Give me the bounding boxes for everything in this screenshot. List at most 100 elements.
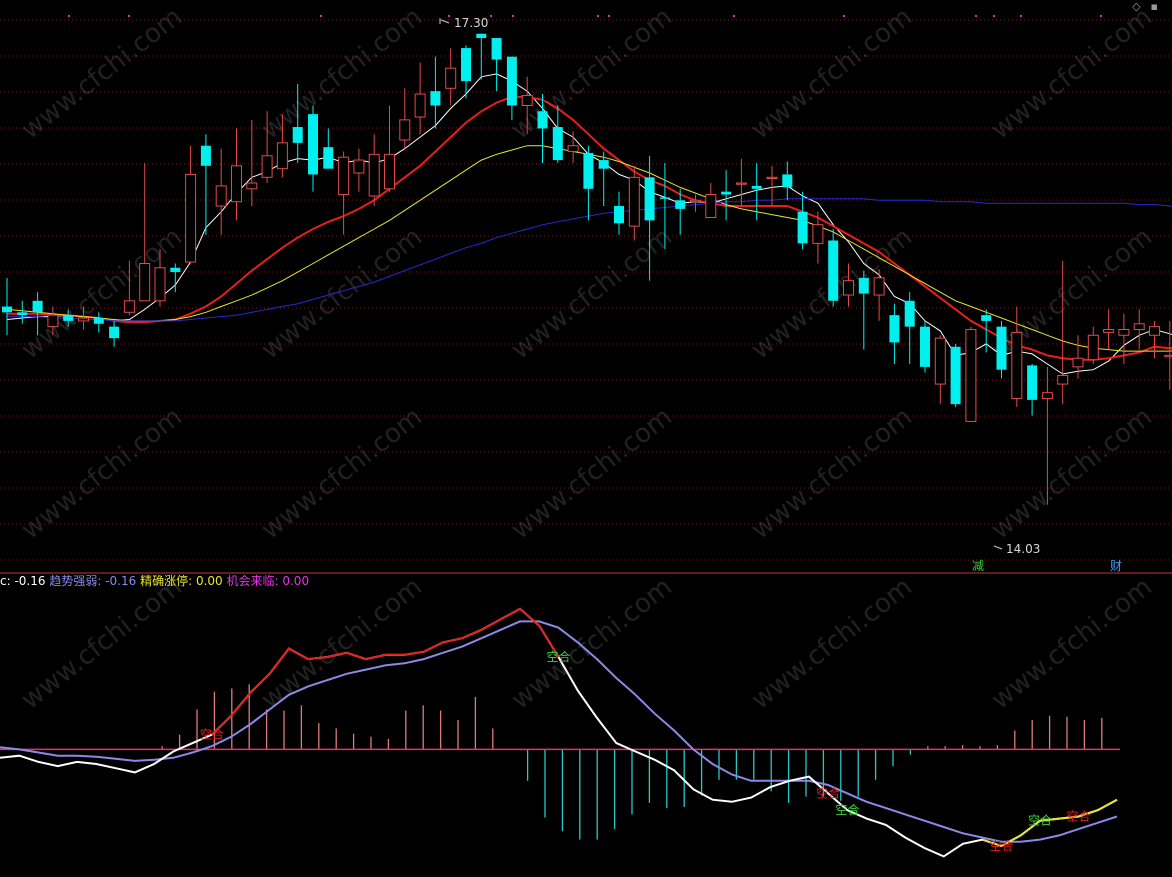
candle	[828, 229, 839, 307]
signal-label: 空合	[547, 649, 571, 664]
signal-label: 空合	[1066, 808, 1090, 823]
candle	[567, 131, 579, 163]
candle	[1087, 326, 1099, 364]
candle-body	[506, 56, 517, 106]
signal-dot	[608, 15, 610, 17]
candle-body	[521, 94, 533, 107]
candle	[353, 148, 365, 192]
candle-body	[368, 153, 380, 197]
candle-body	[323, 147, 334, 169]
candle	[506, 56, 517, 120]
watermark-text: www.cfchi.com	[256, 222, 428, 366]
candle	[690, 194, 701, 212]
maximize-icon[interactable]: ▪	[1151, 0, 1168, 13]
candle	[384, 105, 395, 192]
signal-dot	[843, 15, 845, 17]
stock-chart: www.cfchi.com www.cfchi.com www.cfchi.com w…	[0, 2, 1172, 858]
candle	[782, 161, 793, 201]
candle-body	[1087, 334, 1099, 361]
candle	[215, 148, 227, 235]
signal-dot	[733, 15, 735, 17]
watermark-text: www.cfchi.com	[746, 572, 918, 716]
candle-body	[185, 173, 197, 263]
candle-body	[981, 315, 992, 321]
candle	[1133, 309, 1145, 350]
signal-dot	[490, 15, 492, 17]
candle	[797, 191, 808, 250]
candle-body	[614, 206, 624, 224]
candle-body	[139, 262, 151, 302]
candle-body	[1103, 329, 1115, 333]
candle	[598, 151, 609, 207]
candle-body	[430, 91, 441, 106]
corner-icons[interactable]: ◇▪	[1132, 0, 1168, 13]
candle-body	[399, 119, 411, 141]
candle-body	[705, 194, 717, 219]
candle	[430, 56, 441, 129]
candle	[308, 105, 318, 192]
candle-body	[1149, 326, 1160, 336]
candle	[920, 320, 930, 373]
candle-body	[47, 314, 59, 328]
indicator-precise-limit-up: 精确涨停: 0.00	[140, 574, 223, 588]
candle-body	[231, 165, 242, 203]
candle-body	[246, 182, 258, 190]
candle-body	[812, 224, 824, 244]
candle-body	[950, 346, 961, 405]
candle-body	[1011, 331, 1023, 399]
candle	[476, 33, 487, 80]
signal-label: 空合	[1028, 813, 1052, 828]
candle-body	[1133, 323, 1145, 331]
candle-body	[461, 48, 471, 82]
signal-dot	[448, 15, 450, 17]
candle	[1149, 320, 1160, 359]
candle-body	[292, 127, 303, 143]
candle	[200, 134, 211, 235]
candlesticks	[2, 33, 1172, 505]
signal-dot	[597, 15, 599, 17]
watermark-text: www.cfchi.com	[986, 572, 1158, 716]
candle	[109, 320, 120, 347]
candle-body	[414, 93, 426, 118]
candle-body	[1027, 365, 1038, 400]
candle-body	[353, 159, 365, 174]
candle-body	[873, 277, 885, 296]
marker-reduce: 减	[972, 559, 984, 573]
candle	[246, 119, 258, 207]
candle	[1164, 320, 1172, 390]
candle-body	[782, 174, 793, 188]
indicator-c-value: c: -0.16	[0, 574, 46, 588]
candle	[614, 191, 624, 235]
candle	[231, 128, 242, 221]
candle-body	[384, 153, 395, 190]
signal-label: 空合	[200, 727, 224, 742]
candle-body	[1164, 354, 1172, 358]
candle	[368, 134, 380, 207]
candle-body	[889, 315, 900, 343]
candle	[628, 165, 640, 241]
candle-body	[843, 280, 854, 296]
candle-body	[1041, 392, 1053, 399]
candle-body	[2, 306, 12, 313]
candle	[445, 48, 457, 106]
candle	[904, 292, 915, 364]
indicator-header: c: -0.16 趋势强弱: -0.16 精确涨停: 0.00 机会来临: 0.…	[0, 573, 309, 589]
diamond-icon[interactable]: ◇	[1132, 0, 1150, 13]
candle	[705, 183, 717, 219]
candle-body	[308, 114, 318, 175]
candle-body	[567, 145, 579, 152]
signal-dot	[975, 15, 977, 17]
candle-body	[32, 300, 43, 313]
signal-dot	[128, 15, 130, 17]
candle-body	[200, 145, 211, 166]
signal-dot	[1100, 15, 1102, 17]
candle-body	[123, 300, 135, 313]
candle-body	[751, 185, 762, 189]
candle-body	[170, 267, 181, 273]
signal-label: 空合	[816, 785, 840, 800]
signal-label: 空合	[835, 802, 859, 817]
candle-body	[491, 38, 502, 60]
candle-body	[659, 197, 670, 199]
candle	[965, 326, 977, 422]
candle-body	[17, 312, 28, 316]
